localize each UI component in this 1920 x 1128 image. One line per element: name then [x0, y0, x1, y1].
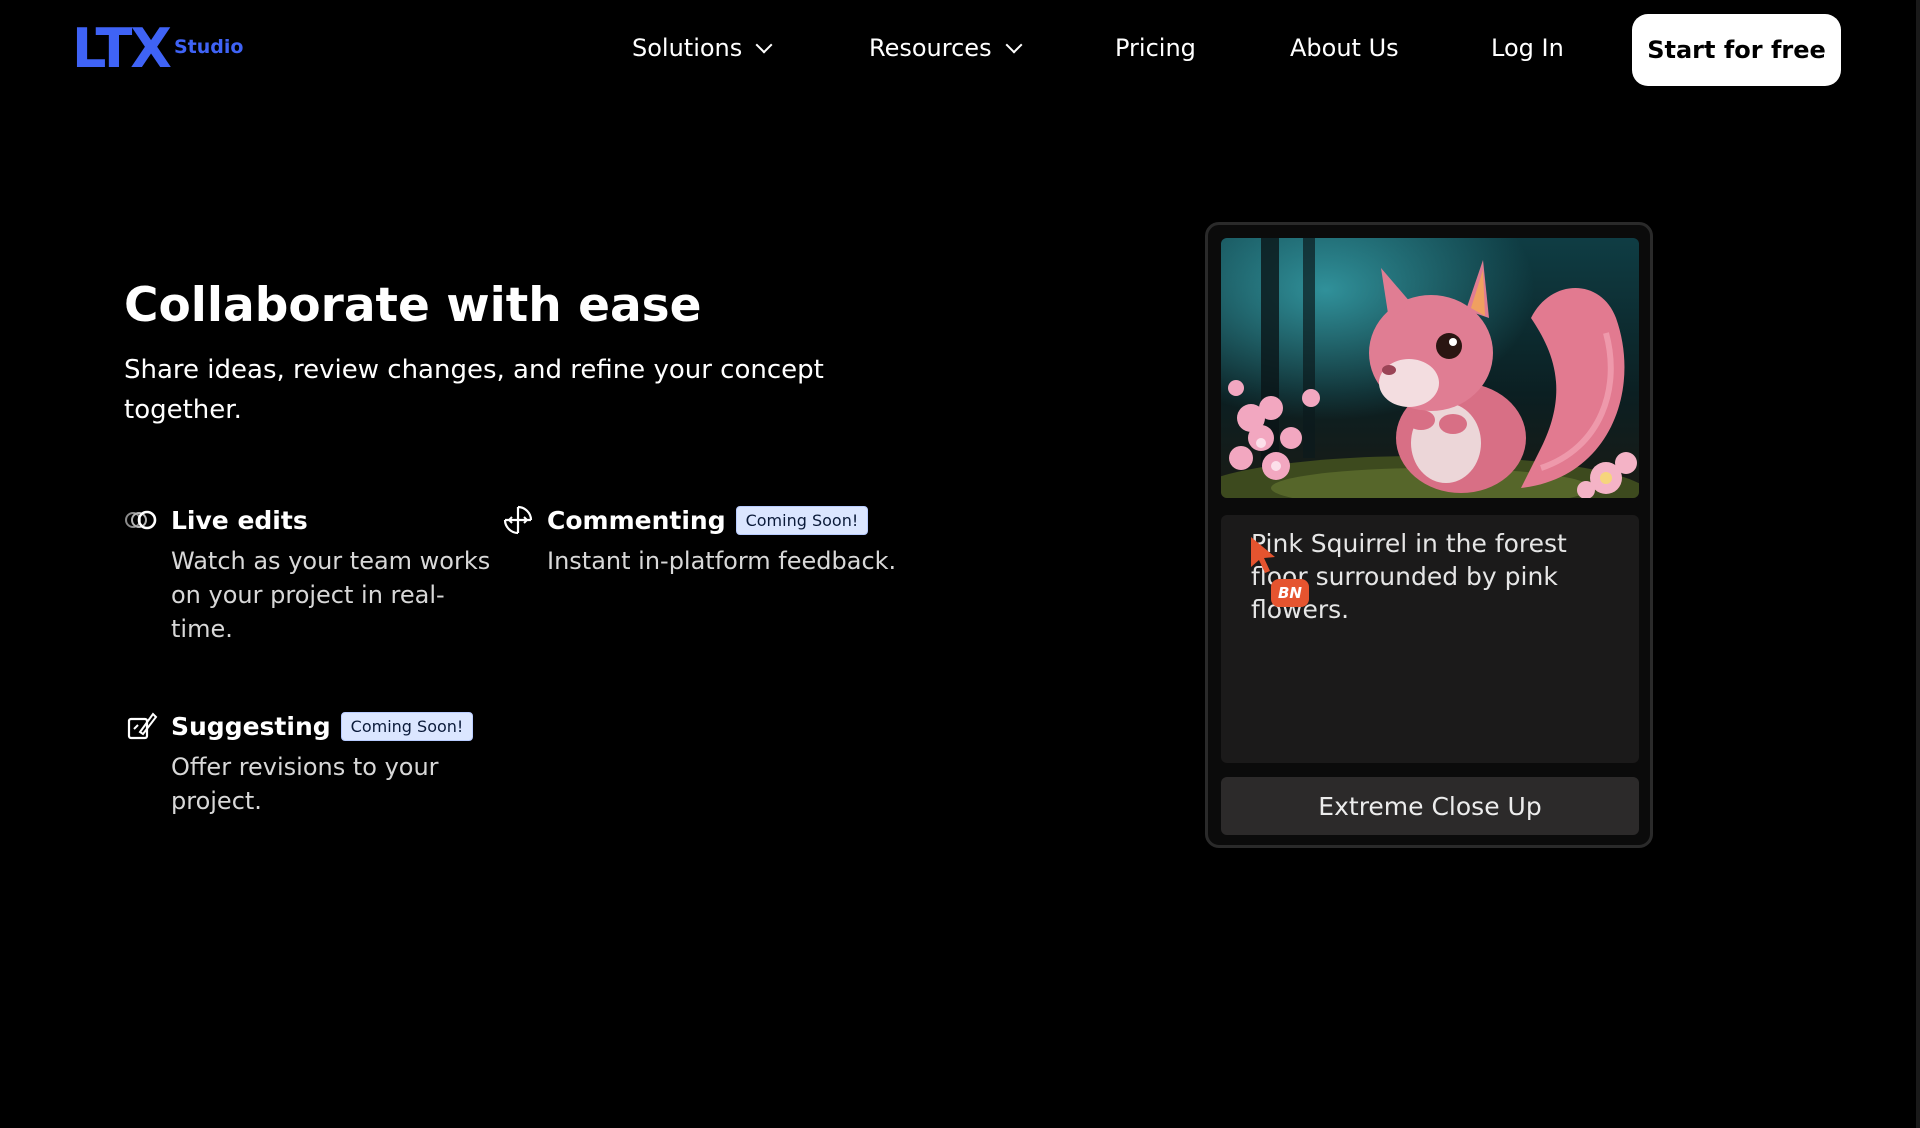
feature-live-edits: Live edits Watch as your team works on y…: [124, 502, 504, 646]
logo-wordmark: LTX: [72, 17, 172, 80]
nav-solutions-label: Solutions: [632, 34, 743, 62]
nav-pricing[interactable]: Pricing: [1115, 34, 1196, 62]
prompt-text-area[interactable]: Pink Squirrel in the forest floor surrou…: [1221, 515, 1639, 763]
shot-image: [1221, 238, 1639, 498]
live-edits-icon: [124, 505, 159, 535]
feature-description: Instant in-platform feedback.: [547, 547, 897, 575]
scrollbar[interactable]: [1916, 0, 1920, 1128]
chevron-down-icon: [1005, 36, 1023, 54]
top-navigation: LTX Studio Solutions Resources Pricing A…: [0, 0, 1920, 100]
ltx-studio-logo[interactable]: LTX Studio: [72, 17, 244, 80]
shot-card: Pink Squirrel in the forest floor surrou…: [1205, 222, 1653, 848]
feature-title: Suggesting: [171, 711, 331, 741]
shot-type-selector[interactable]: Extreme Close Up: [1221, 777, 1639, 835]
coming-soon-badge: Coming Soon!: [735, 505, 869, 535]
suggesting-icon: [124, 711, 159, 741]
feature-suggesting: Suggesting Coming Soon! Offer revisions …: [124, 708, 504, 818]
section-title: Collaborate with ease: [124, 278, 702, 333]
chevron-down-icon: [755, 36, 773, 54]
collaborator-initials-badge: BN: [1271, 579, 1309, 607]
feature-title: Commenting: [547, 505, 726, 535]
coming-soon-badge: Coming Soon!: [340, 711, 474, 741]
collaborator-cursor-icon: [1249, 535, 1283, 579]
nav-resources[interactable]: Resources: [869, 34, 1023, 62]
feature-description: Offer revisions to your project.: [171, 753, 439, 815]
nav-solutions[interactable]: Solutions: [632, 34, 773, 62]
start-for-free-button[interactable]: Start for free: [1632, 14, 1841, 86]
nav-log-in[interactable]: Log In: [1491, 34, 1564, 62]
logo-studio-label: Studio: [173, 36, 244, 58]
nav-resources-label: Resources: [869, 34, 992, 62]
section-subtitle: Share ideas, review changes, and refine …: [124, 355, 824, 425]
nav-about-us[interactable]: About Us: [1290, 34, 1399, 62]
feature-title: Live edits: [171, 505, 308, 535]
prompt-text: Pink Squirrel in the forest floor surrou…: [1251, 529, 1567, 624]
feature-commenting: Commenting Coming Soon! Instant in-platf…: [500, 502, 900, 578]
feature-description: Watch as your team works on your project…: [171, 547, 491, 643]
commenting-icon: [500, 505, 535, 535]
